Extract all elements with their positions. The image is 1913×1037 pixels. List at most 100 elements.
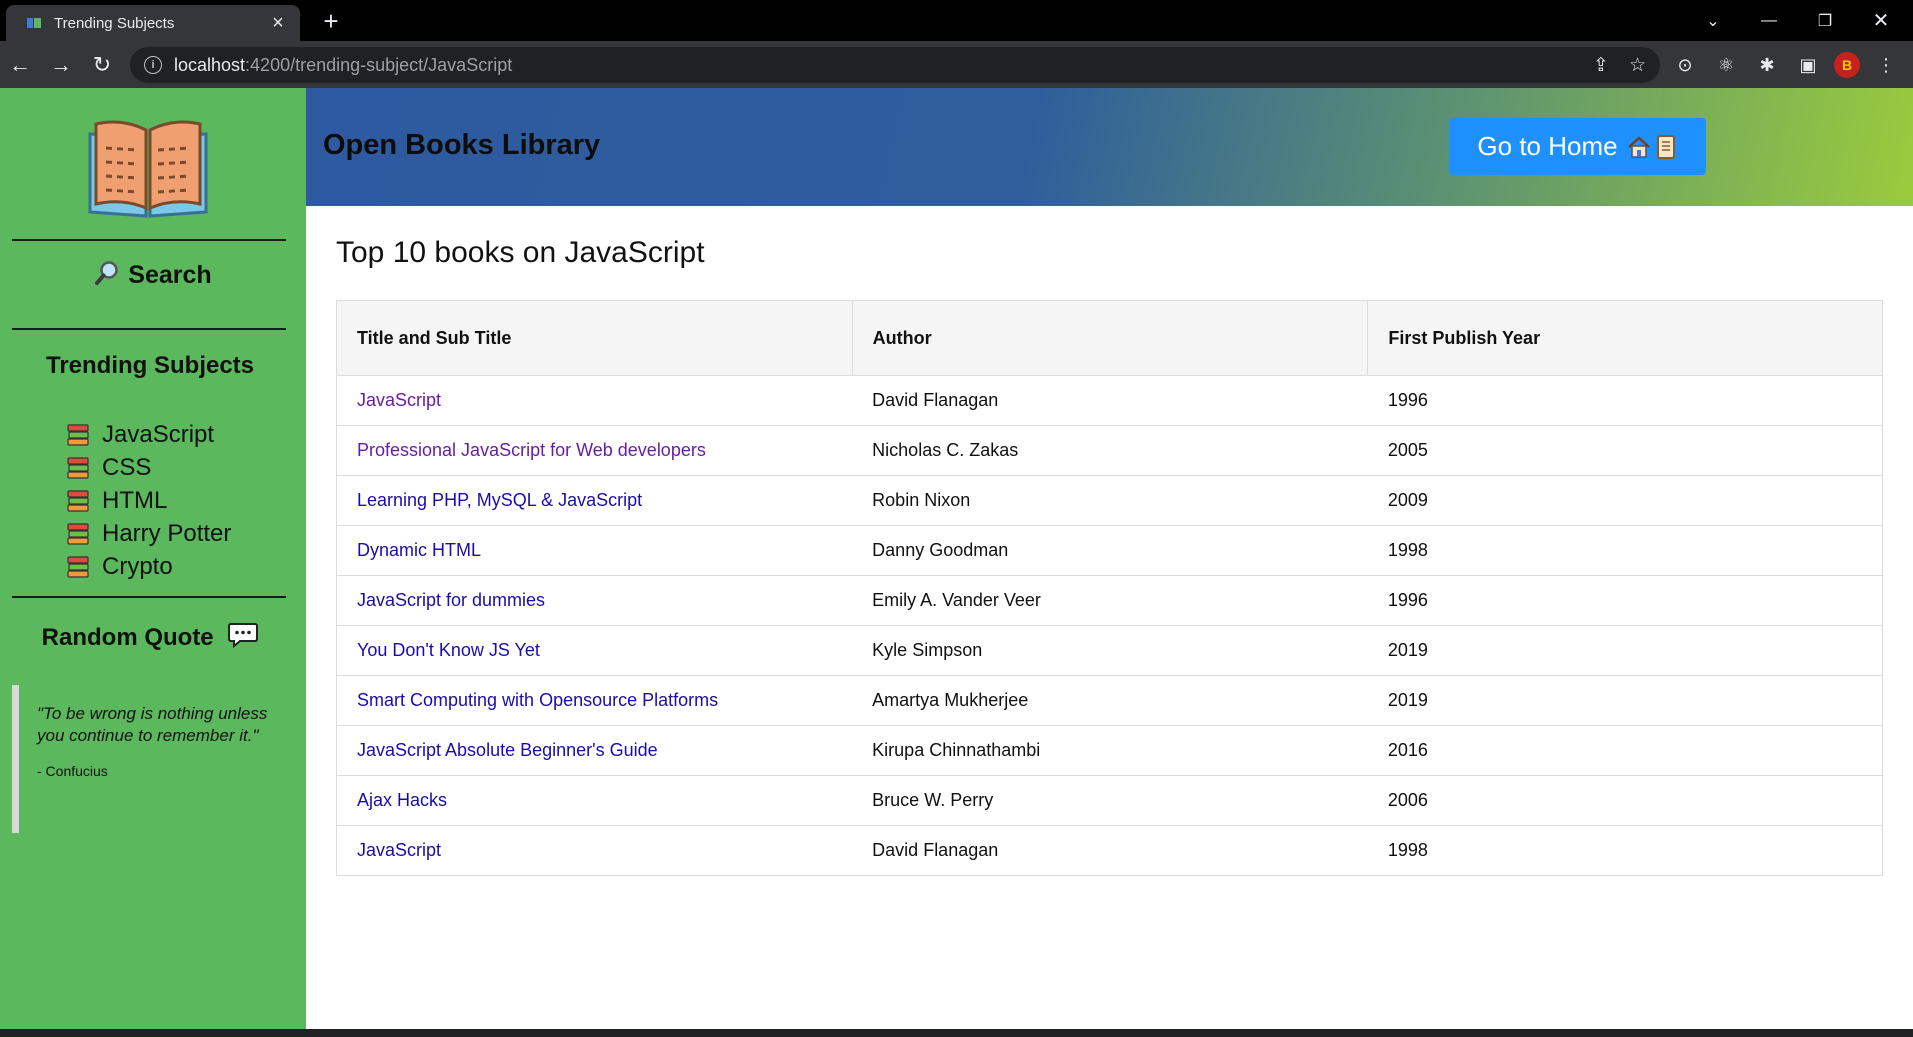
column-header-author: Author [851,300,1369,376]
extensions-puzzle-icon[interactable]: ✱ [1752,50,1782,80]
book-title-link[interactable]: Learning PHP, MySQL & JavaScript [357,490,642,510]
extension-react-icon[interactable]: ⚛ [1711,50,1741,80]
table-row: Professional JavaScript for Web develope… [336,425,1883,476]
subject-item[interactable]: HTML [66,484,231,517]
page-title: Top 10 books on JavaScript [336,236,705,269]
subject-item[interactable]: Crypto [66,550,231,583]
divider [12,596,286,598]
open-book-logo-icon[interactable] [86,116,210,220]
subject-label: CSS [102,453,152,481]
share-icon[interactable]: ⇪ [1593,54,1609,77]
profile-avatar-icon[interactable]: B [1834,52,1860,78]
tab-title: Trending Subjects [54,14,175,32]
divider [12,239,286,241]
table-row: Ajax Hacks Bruce W. Perry 2006 [336,775,1883,826]
book-title-link[interactable]: You Don't Know JS Yet [357,640,540,660]
book-author-cell: Emily A. Vander Veer [852,575,1368,626]
book-title-cell: Learning PHP, MySQL & JavaScript [336,475,853,526]
book-author-cell: Amartya Mukherjee [852,675,1368,726]
book-title-cell: JavaScript for dummies [336,575,853,626]
search-link[interactable]: Search [0,260,306,290]
back-icon[interactable]: ← [5,50,35,80]
books-stack-icon [67,423,89,446]
bookmark-star-icon[interactable]: ☆ [1629,54,1646,77]
close-tab-icon[interactable]: × [268,13,288,33]
book-title-cell: JavaScript [336,375,853,426]
books-stack-icon [67,489,89,512]
app-header: Open Books Library Go to Home [306,88,1913,206]
book-year-cell: 2005 [1367,425,1883,476]
page-title-brand: Open Books Library [323,129,601,161]
book-author-cell: Bruce W. Perry [852,775,1368,826]
book-author-cell: Kirupa Chinnathambi [852,725,1368,776]
minimize-icon[interactable]: — [1741,0,1797,41]
book-author-cell: Kyle Simpson [852,625,1368,676]
browser-tab-strip: Trending Subjects × + ⌄ — ❐ ✕ [0,0,1913,41]
random-quote-label: Random Quote [41,624,214,651]
book-title-cell: Dynamic HTML [336,525,853,576]
close-window-icon[interactable]: ✕ [1853,0,1909,41]
books-stack-icon [67,456,89,479]
table-row: JavaScript David Flanagan 1996 [336,375,1883,426]
tab-search-icon[interactable]: ⌄ [1685,0,1741,41]
subject-label: Harry Potter [102,519,232,547]
book-year-cell: 1998 [1367,825,1883,876]
book-title-link[interactable]: Dynamic HTML [357,540,481,560]
column-header-title: Title and Sub Title [336,300,853,376]
subject-label: Crypto [102,552,173,580]
speech-bubble-icon [228,623,259,648]
table-row: JavaScript David Flanagan 1998 [336,825,1883,876]
table-row: Learning PHP, MySQL & JavaScript Robin Ni… [336,475,1883,526]
restore-icon[interactable]: ❐ [1797,0,1853,41]
menu-kebab-icon[interactable]: ⋮ [1871,50,1901,80]
book-year-cell: 2019 [1367,625,1883,676]
book-author-cell: David Flanagan [852,825,1368,876]
book-title-cell: Smart Computing with Opensource Platform… [336,675,853,726]
go-to-home-button[interactable]: Go to Home [1449,118,1706,175]
book-author-cell: Danny Goodman [852,525,1368,576]
book-title-link[interactable]: JavaScript Absolute Beginner's Guide [357,740,658,760]
search-label: Search [128,261,212,289]
forward-icon[interactable]: → [46,50,76,80]
book-year-cell: 1996 [1367,375,1883,426]
book-year-cell: 2006 [1367,775,1883,826]
random-quote-heading: Random Quote [0,622,300,652]
address-bar[interactable]: i localhost:4200/trending-subject/JavaSc… [130,47,1660,83]
url-host: localhost [174,54,246,75]
table-row: Dynamic HTML Danny Goodman 1998 [336,525,1883,576]
book-title-link[interactable]: JavaScript [357,840,441,860]
go-to-home-label: Go to Home [1477,131,1618,161]
magnifier-icon [95,261,119,285]
house-icon [1627,135,1650,158]
extension-glasses-icon[interactable]: ⊙ [1670,50,1700,80]
side-panel-icon[interactable]: ▣ [1793,50,1823,80]
quote-text: "To be wrong is nothing unless you conti… [37,704,268,745]
column-header-year: First Publish Year [1367,300,1883,376]
book-title-link[interactable]: Professional JavaScript for Web develope… [357,440,706,460]
books-stack-icon [67,555,89,578]
subject-item[interactable]: JavaScript [66,418,231,451]
book-author-cell: Nicholas C. Zakas [852,425,1368,476]
table-row: Smart Computing with Opensource Platform… [336,675,1883,726]
book-title-link[interactable]: Smart Computing with Opensource Platform… [357,690,718,710]
trending-subjects-heading: Trending Subjects [45,352,255,379]
site-info-icon[interactable]: i [144,56,162,74]
divider [12,328,286,330]
subject-item[interactable]: Harry Potter [66,517,231,550]
app-favicon-icon [27,18,41,28]
new-tab-icon[interactable]: + [318,8,344,34]
table-row: JavaScript for dummies Emily A. Vander Ve… [336,575,1883,626]
book-title-link[interactable]: JavaScript [357,390,441,410]
subject-item[interactable]: CSS [66,451,231,484]
subject-label: JavaScript [102,420,215,448]
sidebar: Search Trending Subjects JavaScript CSS … [0,88,306,1029]
book-title-link[interactable]: Ajax Hacks [357,790,447,810]
book-title-link[interactable]: JavaScript for dummies [357,590,545,610]
books-table: Title and Sub Title Author First Publish… [336,300,1883,876]
book-title-cell: JavaScript [336,825,853,876]
table-row: JavaScript Absolute Beginner's Guide Kiru… [336,725,1883,776]
subject-list: JavaScript CSS HTML Harry Potter Crypto [66,418,231,583]
reload-icon[interactable]: ↻ [87,50,117,80]
browser-tab[interactable]: Trending Subjects × [6,5,300,41]
book-title-cell: Professional JavaScript for Web develope… [336,425,853,476]
